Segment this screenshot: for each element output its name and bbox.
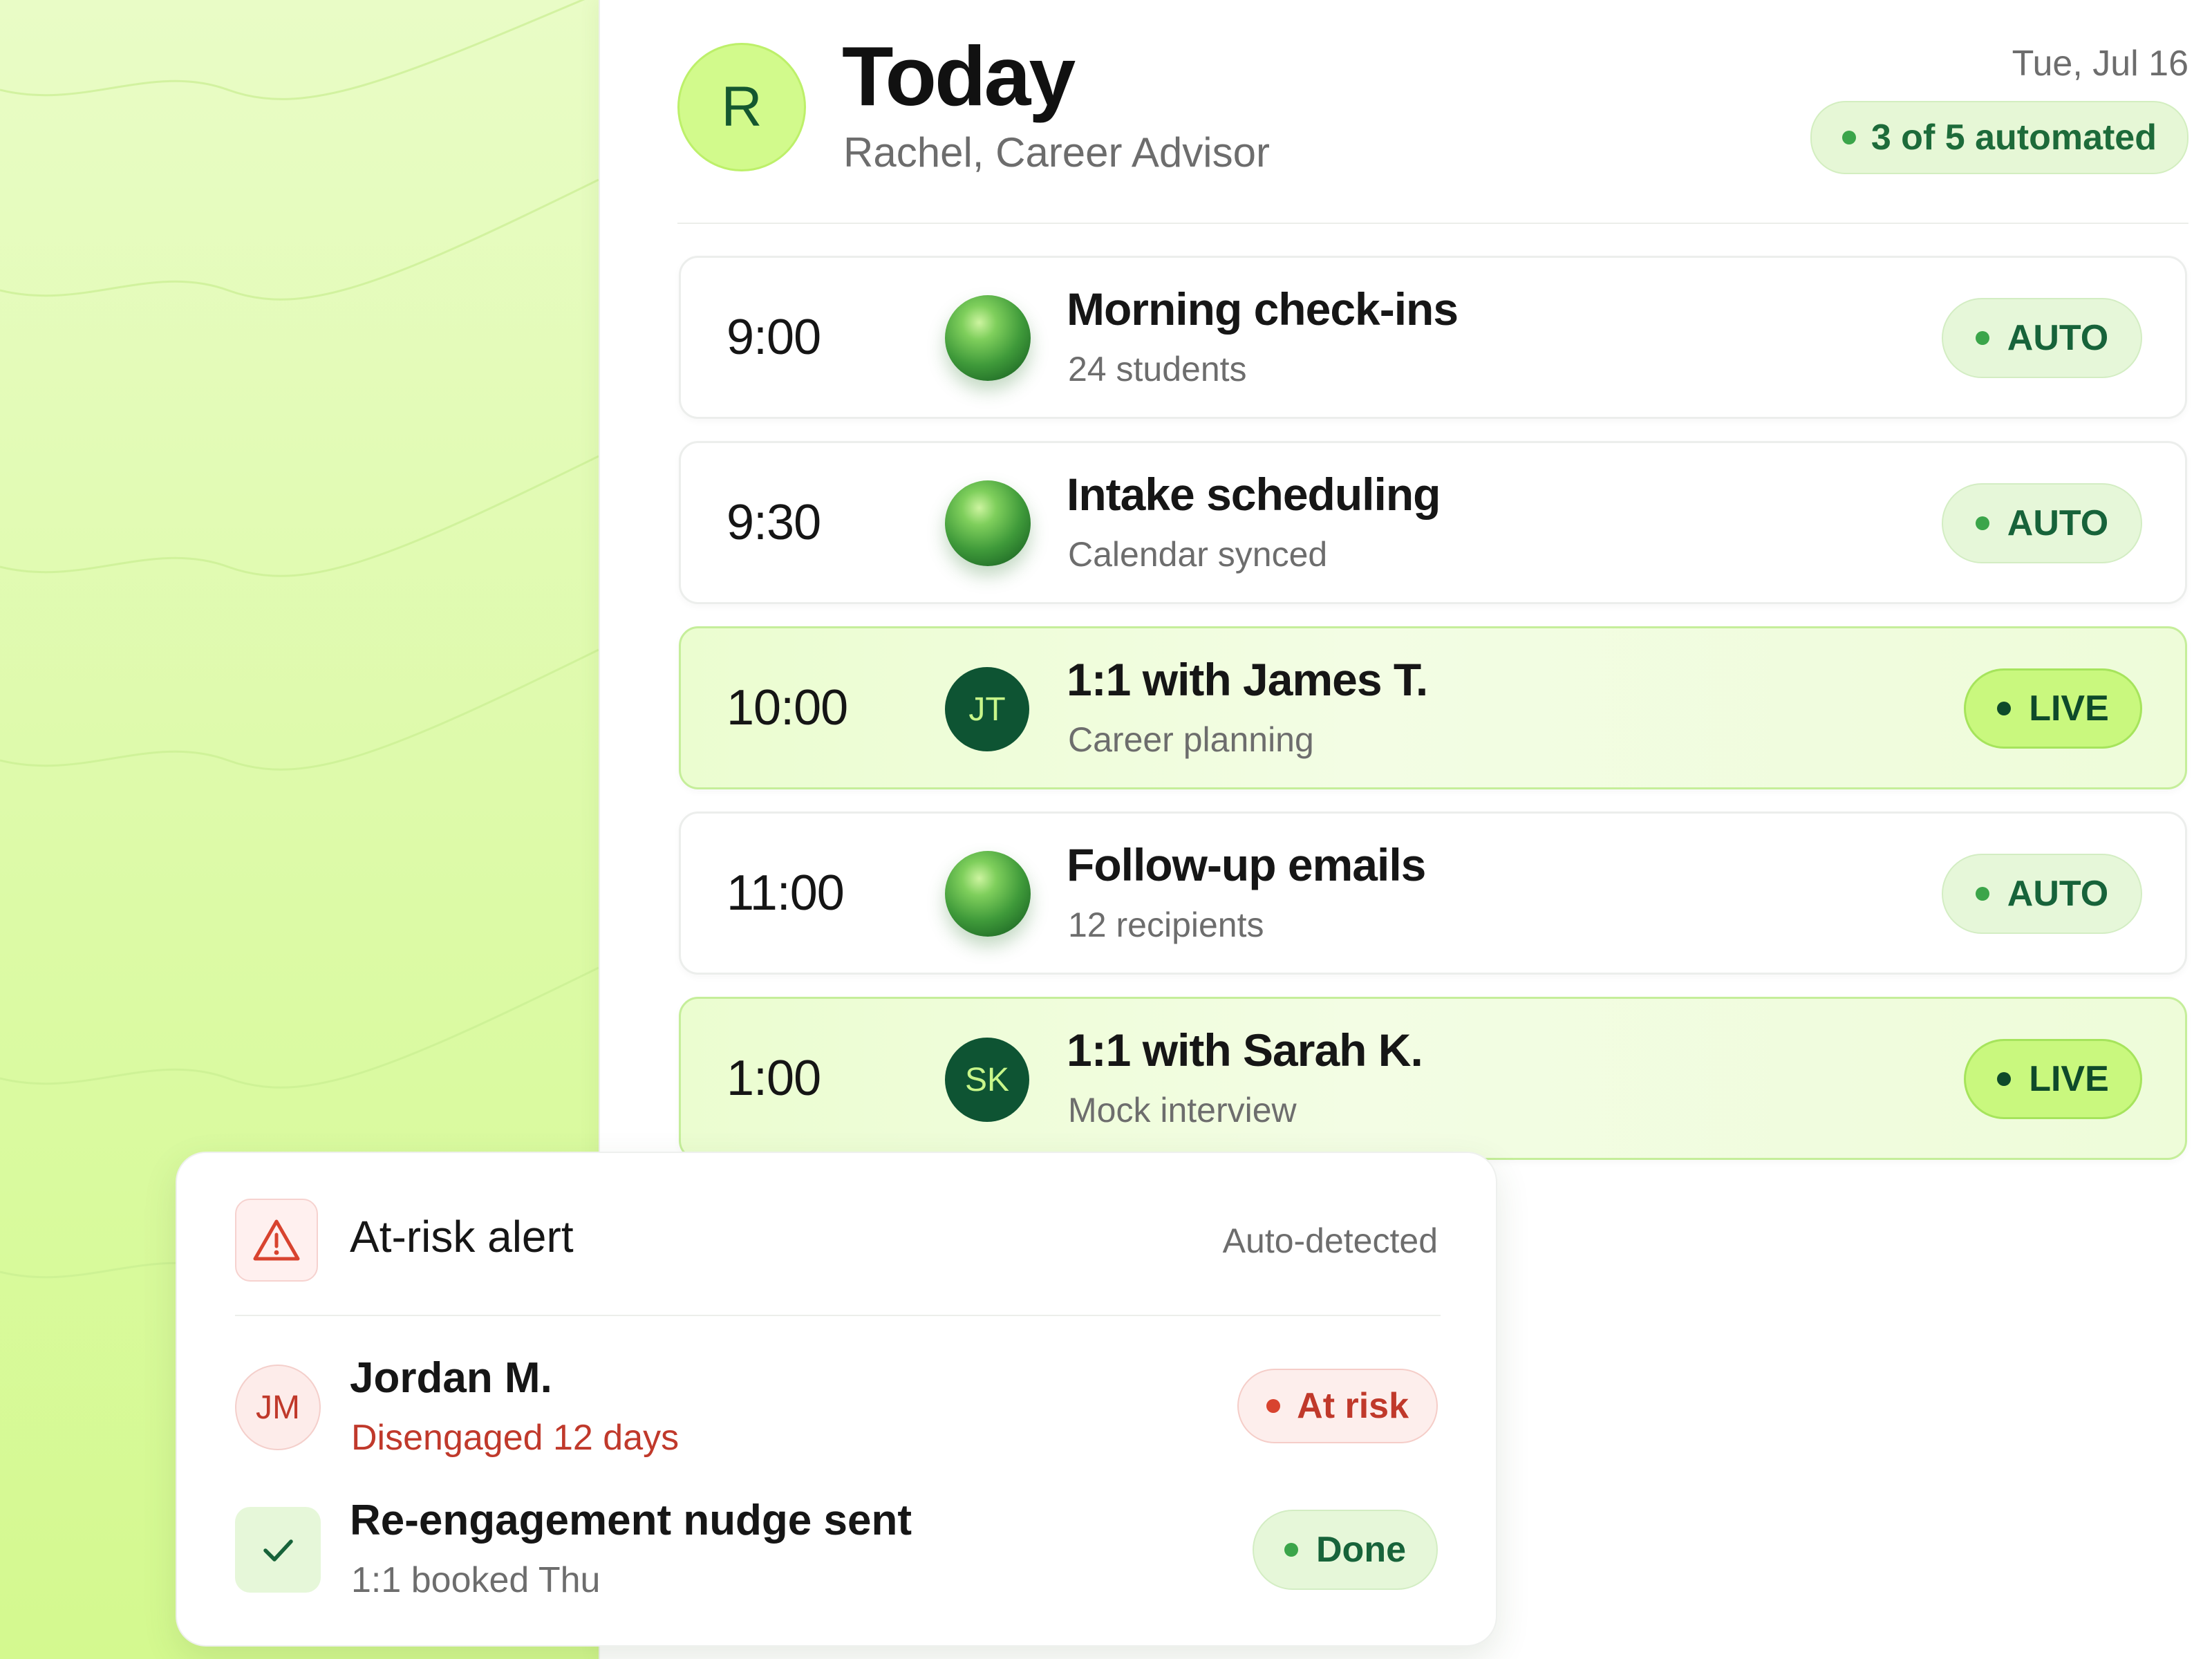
alert-title: At-risk alert xyxy=(350,1212,574,1262)
action-note: 1:1 booked Thu xyxy=(351,1560,601,1600)
schedule-title: Intake scheduling xyxy=(1067,469,1441,520)
status-label: AUTO xyxy=(2007,874,2109,914)
status-dot-icon xyxy=(1266,1399,1281,1413)
schedule-title: 1:1 with James T. xyxy=(1067,654,1428,705)
schedule-subtitle: Calendar synced xyxy=(1068,535,1328,574)
status-label: LIVE xyxy=(2029,688,2109,729)
schedule-subtitle: 24 students xyxy=(1068,350,1247,388)
status-dot-icon xyxy=(1975,516,1989,530)
page-title: Today xyxy=(842,29,1076,123)
header-divider xyxy=(677,223,2188,224)
schedule-row[interactable]: 1:00 SK 1:1 with Sarah K. Mock interview… xyxy=(679,997,2187,1160)
warning-icon-container xyxy=(235,1199,318,1282)
status-label: At risk xyxy=(1297,1386,1409,1426)
auto-status-badge[interactable]: AUTO xyxy=(1942,298,2142,378)
schedule-row[interactable]: 11:00 Follow-up emails 12 recipients AUT… xyxy=(679,812,2187,975)
schedule-title: 1:1 with Sarah K. xyxy=(1067,1024,1423,1076)
status-dot-icon xyxy=(1997,1072,2012,1086)
schedule-time: 11:00 xyxy=(727,865,845,921)
status-dot-icon xyxy=(1841,131,1856,144)
schedule-title: Morning check-ins xyxy=(1067,283,1459,335)
status-label: LIVE xyxy=(2029,1059,2109,1099)
status-dot-icon xyxy=(1997,702,2012,715)
student-avatar: SK xyxy=(945,1038,1029,1122)
schedule-subtitle: Career planning xyxy=(1068,720,1314,759)
page-subtitle: Rachel, Career Advisor xyxy=(843,129,1270,176)
status-label: Done xyxy=(1316,1530,1406,1570)
schedule-subtitle: Mock interview xyxy=(1068,1091,1297,1130)
schedule-title: Follow-up emails xyxy=(1067,839,1426,890)
live-status-badge[interactable]: LIVE xyxy=(1964,668,2142,749)
schedule-subtitle: 12 recipients xyxy=(1068,906,1264,944)
user-avatar[interactable]: R xyxy=(677,43,806,171)
checkmark-icon-container xyxy=(235,1507,321,1593)
automation-summary-label: 3 of 5 automated xyxy=(1871,118,2157,158)
status-label: AUTO xyxy=(2007,318,2109,358)
schedule-time: 1:00 xyxy=(727,1051,821,1106)
automation-summary-badge: 3 of 5 automated xyxy=(1810,101,2188,174)
action-title: Re-engagement nudge sent xyxy=(350,1497,912,1544)
schedule-time: 10:00 xyxy=(727,680,848,735)
at-risk-alert-card[interactable]: At-risk alert Auto-detected JM Jordan M.… xyxy=(176,1152,1497,1647)
schedule-row[interactable]: 9:30 Intake scheduling Calendar synced A… xyxy=(679,441,2187,604)
green-orb-icon xyxy=(945,295,1031,381)
warning-triangle-icon xyxy=(253,1219,300,1261)
student-avatar: JT xyxy=(945,667,1029,751)
schedule-row[interactable]: 9:00 Morning check-ins 24 students AUTO xyxy=(679,256,2187,419)
auto-detected-label: Auto-detected xyxy=(1222,1221,1438,1260)
alert-divider xyxy=(235,1315,1441,1316)
current-date: Tue, Jul 16 xyxy=(2012,44,2188,84)
at-risk-badge[interactable]: At risk xyxy=(1237,1369,1438,1443)
schedule-time: 9:30 xyxy=(727,495,821,550)
green-orb-icon xyxy=(945,851,1031,937)
status-dot-icon xyxy=(1975,331,1989,345)
schedule-row[interactable]: 10:00 JT 1:1 with James T. Career planni… xyxy=(679,626,2187,789)
checkmark-icon xyxy=(263,1539,293,1562)
student-name[interactable]: Jordan M. xyxy=(350,1353,552,1403)
auto-status-badge[interactable]: AUTO xyxy=(1942,854,2142,934)
auto-status-badge[interactable]: AUTO xyxy=(1942,483,2142,563)
green-orb-icon xyxy=(945,480,1031,566)
live-status-badge[interactable]: LIVE xyxy=(1964,1039,2142,1119)
status-dot-icon xyxy=(1284,1543,1298,1557)
student-avatar: JM xyxy=(235,1365,321,1450)
disengagement-note: Disengaged 12 days xyxy=(351,1418,679,1458)
status-dot-icon xyxy=(1975,887,1989,901)
schedule-time: 9:00 xyxy=(727,310,821,365)
status-label: AUTO xyxy=(2007,503,2109,543)
done-status-badge[interactable]: Done xyxy=(1253,1510,1438,1590)
